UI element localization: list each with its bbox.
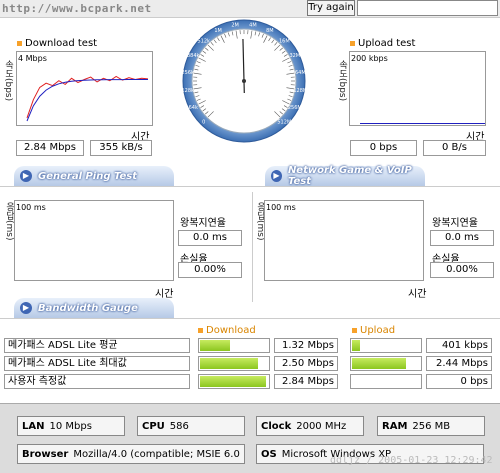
- upload-scale: 200 kbps: [351, 54, 388, 63]
- upload-row-value: 0 bps: [426, 374, 492, 389]
- top-input-field[interactable]: [357, 0, 498, 16]
- upload-baseline: [360, 123, 485, 124]
- gauge-tick-label: 8M: [266, 28, 274, 34]
- ping-loss-value: 0.00%: [178, 262, 242, 278]
- try-again-button[interactable]: Try again: [307, 0, 355, 16]
- gauge-tick-label: 128k: [181, 88, 194, 94]
- cpu-info: CPU 586: [137, 416, 245, 436]
- lan-info: LAN 10 Mbps: [17, 416, 125, 436]
- bandwidth-download-header: Download: [198, 325, 256, 336]
- arrow-right-icon: ▶: [20, 170, 32, 182]
- upload-bar: [350, 338, 422, 353]
- download-bar: [198, 338, 270, 353]
- gauge-tick-label: 128M: [293, 88, 307, 94]
- upload-row-value: 401 kbps: [426, 338, 492, 353]
- game-loss-value: 0.00%: [430, 262, 494, 278]
- gauge-tick-label: 2M: [231, 23, 239, 29]
- download-graph-lines: [26, 75, 149, 122]
- gauge-tick-label: 512k: [197, 39, 210, 45]
- bandwidth-table: 메가패스 ADSL Lite 평균 1.32 Mbps 401 kbps 메가패…: [4, 338, 496, 392]
- download-actual-line: [26, 75, 149, 119]
- arrow-right-icon: ▶: [20, 302, 32, 314]
- upload-title: Upload test: [350, 38, 415, 49]
- game-scale: 100 ms: [266, 203, 296, 212]
- row-label: 메가패스 ADSL Lite 최대값: [4, 356, 190, 371]
- browser-info: Browser Mozilla/4.0 (compatible; MSIE 6.0: [17, 444, 245, 464]
- bandwidth-row: 사용자 측정값 2.84 Mbps 0 bps: [4, 374, 496, 392]
- ping-scale: 100 ms: [16, 203, 46, 212]
- download-graph: 4 Mbps: [16, 51, 153, 126]
- bandwidth-row: 메가패스 ADSL Lite 최대값 2.50 Mbps 2.44 Mbps: [4, 356, 496, 374]
- download-mbps-value: 2.84 Mbps: [16, 140, 84, 156]
- download-bullet-icon: [17, 41, 22, 46]
- download-axis-label: 속도(bps): [3, 60, 13, 102]
- download-bar: [198, 356, 270, 371]
- tab-network-game-voip[interactable]: ▶ Network Game & VoIP Test: [265, 165, 425, 187]
- download-title: Download test: [17, 38, 97, 49]
- ping-graph: 100 ms: [14, 200, 174, 281]
- gauge-tick-label: 0: [202, 119, 205, 125]
- upload-graph: 200 kbps: [349, 51, 486, 126]
- download-row-value: 2.84 Mbps: [274, 374, 338, 389]
- vertical-divider: [252, 192, 253, 302]
- section-divider: [0, 318, 500, 319]
- row-label: 사용자 측정값: [4, 374, 190, 389]
- upload-bar: [350, 356, 422, 371]
- gauge-tick-label: 32M: [289, 53, 300, 59]
- upload-bullet-icon: [350, 41, 355, 46]
- download-row-value: 1.32 Mbps: [274, 338, 338, 353]
- download-average-line: [26, 79, 149, 122]
- download-bar-fill: [200, 358, 259, 369]
- gauge-tick-label: 4M: [249, 23, 256, 29]
- upload-bps-value: 0 bps: [350, 140, 417, 156]
- upload-bs-value: 0 B/s: [423, 140, 486, 156]
- gauge-tick-label: 64k: [189, 105, 198, 111]
- game-graph: 100 ms: [264, 200, 424, 281]
- gauge-hub: [242, 79, 246, 83]
- section-divider: [0, 186, 500, 187]
- bandwidth-row: 메가패스 ADSL Lite 평균 1.32 Mbps 401 kbps: [4, 338, 496, 356]
- upload-bar: [350, 374, 422, 389]
- download-row-value: 2.50 Mbps: [274, 356, 338, 371]
- speed-gauge: 0 64k 128k 256k 384k 512k 1M 2M 4M 8M 16M 32M 64M 128…: [181, 19, 307, 143]
- ping-delay-value: 0.0 ms: [178, 230, 242, 246]
- game-delay-label: 왕복지연율: [432, 218, 478, 229]
- download-bar-fill: [200, 376, 266, 387]
- download-bar-fill: [200, 340, 231, 351]
- gauge-tick-label: 1M: [214, 28, 222, 34]
- game-delay-value: 0.0 ms: [430, 230, 494, 246]
- bandwidth-upload-header: Upload: [352, 325, 395, 336]
- gauge-tick-label: 64M: [295, 70, 306, 76]
- gauge-tick-label: 16M: [279, 39, 290, 45]
- gauge-tick-label: 384k: [187, 53, 200, 59]
- upload-bar-fill: [352, 358, 407, 369]
- gauge-tick-label: 512M: [277, 119, 291, 125]
- upload-bar-fill: [352, 340, 360, 351]
- upload-axis-label: 속도(bps): [337, 60, 347, 102]
- arrow-right-icon: ▶: [271, 170, 282, 182]
- ram-info: RAM 256 MB: [377, 416, 485, 436]
- gauge-tick-label: 256M: [288, 105, 302, 111]
- tab-general-ping[interactable]: ▶ General Ping Test: [14, 166, 174, 186]
- clock-info: Clock 2000 MHz: [256, 416, 364, 436]
- ping-delay-label: 왕복지연율: [180, 218, 226, 229]
- gauge-tick-label: 256k: [181, 70, 194, 76]
- site-url: http://www.bcpark.net: [2, 2, 152, 15]
- upload-bullet-icon: [352, 328, 357, 333]
- game-time-label: 시간: [408, 289, 427, 300]
- download-bar: [198, 374, 270, 389]
- upload-row-value: 2.44 Mbps: [426, 356, 492, 371]
- tab-bandwidth-gauge[interactable]: ▶ Bandwidth Gauge: [14, 298, 174, 318]
- download-bullet-icon: [198, 328, 203, 333]
- download-kbs-value: 355 kB/s: [90, 140, 152, 156]
- row-label: 메가패스 ADSL Lite 평균: [4, 338, 190, 353]
- timestamp-watermark: ddljz / 2005-01-23 12:29:42: [330, 455, 493, 466]
